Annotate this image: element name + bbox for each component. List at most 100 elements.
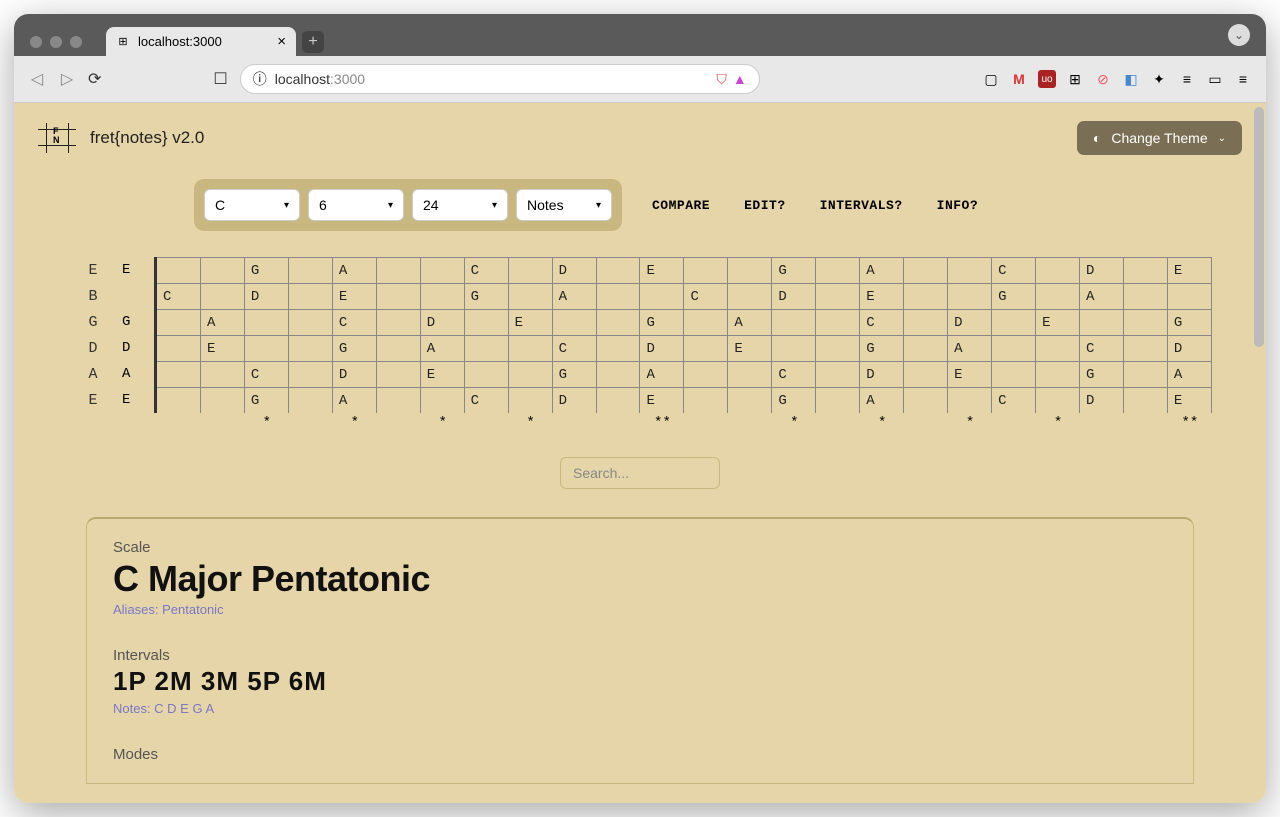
scrollbar[interactable] — [1254, 107, 1264, 347]
change-theme-button[interactable]: ◐ Change Theme ⌄ — [1077, 121, 1242, 155]
fret-cell[interactable] — [816, 361, 860, 387]
edit-link[interactable]: EDIT? — [744, 198, 786, 213]
intervals-link[interactable]: INTERVALS? — [820, 198, 903, 213]
fret-cell[interactable]: G — [1168, 309, 1212, 335]
fret-cell[interactable] — [816, 387, 860, 413]
maximize-window-icon[interactable] — [70, 36, 82, 48]
fret-cell[interactable] — [1036, 387, 1080, 413]
fret-cell[interactable] — [684, 361, 728, 387]
fret-cell[interactable] — [465, 335, 509, 361]
fret-cell[interactable]: E — [333, 283, 377, 309]
fret-cell[interactable] — [377, 257, 421, 283]
fret-cell[interactable]: A — [553, 283, 597, 309]
site-info-icon[interactable]: ⓘ — [253, 69, 267, 89]
fret-cell[interactable] — [816, 335, 860, 361]
fret-cell[interactable] — [465, 309, 509, 335]
bookmark-icon[interactable]: ☐ — [213, 69, 227, 89]
fret-cell[interactable]: A — [860, 257, 904, 283]
fret-cell[interactable] — [509, 361, 553, 387]
fret-cell[interactable] — [904, 257, 948, 283]
fret-cell[interactable]: G — [245, 257, 289, 283]
fret-cell[interactable] — [289, 361, 333, 387]
fret-cell[interactable] — [1124, 309, 1168, 335]
fret-cell[interactable] — [509, 257, 553, 283]
fret-cell[interactable] — [201, 361, 245, 387]
fret-cell[interactable] — [772, 309, 816, 335]
fret-cell[interactable]: G — [772, 257, 816, 283]
fret-cell[interactable] — [377, 283, 421, 309]
fret-cell[interactable] — [904, 387, 948, 413]
root-select[interactable]: C▾ — [204, 189, 300, 221]
fret-cell[interactable] — [1036, 335, 1080, 361]
new-tab-button[interactable]: + — [302, 31, 324, 53]
fret-cell[interactable]: E — [201, 335, 245, 361]
fret-cell[interactable]: D — [640, 335, 684, 361]
fret-cell[interactable]: D — [1168, 335, 1212, 361]
fret-cell[interactable] — [157, 361, 201, 387]
gmail-icon[interactable]: M — [1010, 70, 1028, 88]
close-tab-icon[interactable]: × — [277, 33, 286, 50]
fret-cell[interactable] — [684, 309, 728, 335]
frets-select[interactable]: 24▾ — [412, 189, 508, 221]
fret-cell[interactable] — [201, 387, 245, 413]
fret-cell[interactable] — [289, 387, 333, 413]
fret-cell[interactable] — [509, 387, 553, 413]
reload-button[interactable]: ⟳ — [88, 69, 101, 89]
fret-cell[interactable]: E — [421, 361, 465, 387]
fret-cell[interactable] — [1036, 257, 1080, 283]
fret-cell[interactable] — [289, 257, 333, 283]
fret-cell[interactable] — [684, 335, 728, 361]
fret-cell[interactable] — [201, 257, 245, 283]
fret-cell[interactable] — [597, 309, 641, 335]
fret-cell[interactable]: C — [245, 361, 289, 387]
fret-cell[interactable] — [684, 387, 728, 413]
ext-icon-5[interactable]: ▭ — [1206, 70, 1224, 88]
fret-cell[interactable] — [289, 335, 333, 361]
fret-cell[interactable] — [597, 387, 641, 413]
fret-cell[interactable]: E — [1036, 309, 1080, 335]
fret-cell[interactable]: C — [992, 257, 1036, 283]
menu-icon[interactable]: ≡ — [1234, 70, 1252, 88]
fret-cell[interactable] — [465, 361, 509, 387]
ext-icon-4[interactable]: ≡ — [1178, 70, 1196, 88]
fret-cell[interactable]: D — [421, 309, 465, 335]
fret-cell[interactable] — [816, 309, 860, 335]
fret-cell[interactable] — [1080, 309, 1124, 335]
fret-cell[interactable]: E — [948, 361, 992, 387]
close-window-icon[interactable] — [30, 36, 42, 48]
fret-cell[interactable] — [772, 335, 816, 361]
fret-cell[interactable] — [421, 387, 465, 413]
strings-select[interactable]: 6▾ — [308, 189, 404, 221]
fret-cell[interactable]: C — [465, 387, 509, 413]
fret-cell[interactable] — [597, 335, 641, 361]
fret-cell[interactable] — [992, 335, 1036, 361]
fret-cell[interactable]: D — [1080, 387, 1124, 413]
fret-cell[interactable] — [948, 257, 992, 283]
fret-cell[interactable]: G — [553, 361, 597, 387]
fret-cell[interactable]: E — [640, 257, 684, 283]
fret-cell[interactable]: G — [465, 283, 509, 309]
fret-cell[interactable]: A — [1080, 283, 1124, 309]
fret-cell[interactable] — [728, 257, 772, 283]
fret-cell[interactable]: D — [553, 387, 597, 413]
fret-cell[interactable] — [509, 283, 553, 309]
fret-cell[interactable]: A — [728, 309, 772, 335]
fret-cell[interactable] — [728, 361, 772, 387]
fret-cell[interactable] — [1124, 257, 1168, 283]
fret-cell[interactable]: C — [465, 257, 509, 283]
fret-cell[interactable]: D — [553, 257, 597, 283]
fret-cell[interactable]: A — [201, 309, 245, 335]
ext-icon-3[interactable]: ⊘ — [1094, 70, 1112, 88]
display-select[interactable]: Notes▾ — [516, 189, 612, 221]
fret-cell[interactable]: A — [333, 387, 377, 413]
fret-cell[interactable] — [597, 283, 641, 309]
fret-cell[interactable]: C — [684, 283, 728, 309]
fret-cell[interactable]: G — [1080, 361, 1124, 387]
fret-cell[interactable]: A — [333, 257, 377, 283]
fret-cell[interactable]: C — [1080, 335, 1124, 361]
fret-cell[interactable] — [201, 283, 245, 309]
fret-cell[interactable] — [377, 387, 421, 413]
fret-cell[interactable] — [640, 283, 684, 309]
back-button[interactable]: ◁ — [28, 70, 46, 88]
fret-cell[interactable]: G — [860, 335, 904, 361]
